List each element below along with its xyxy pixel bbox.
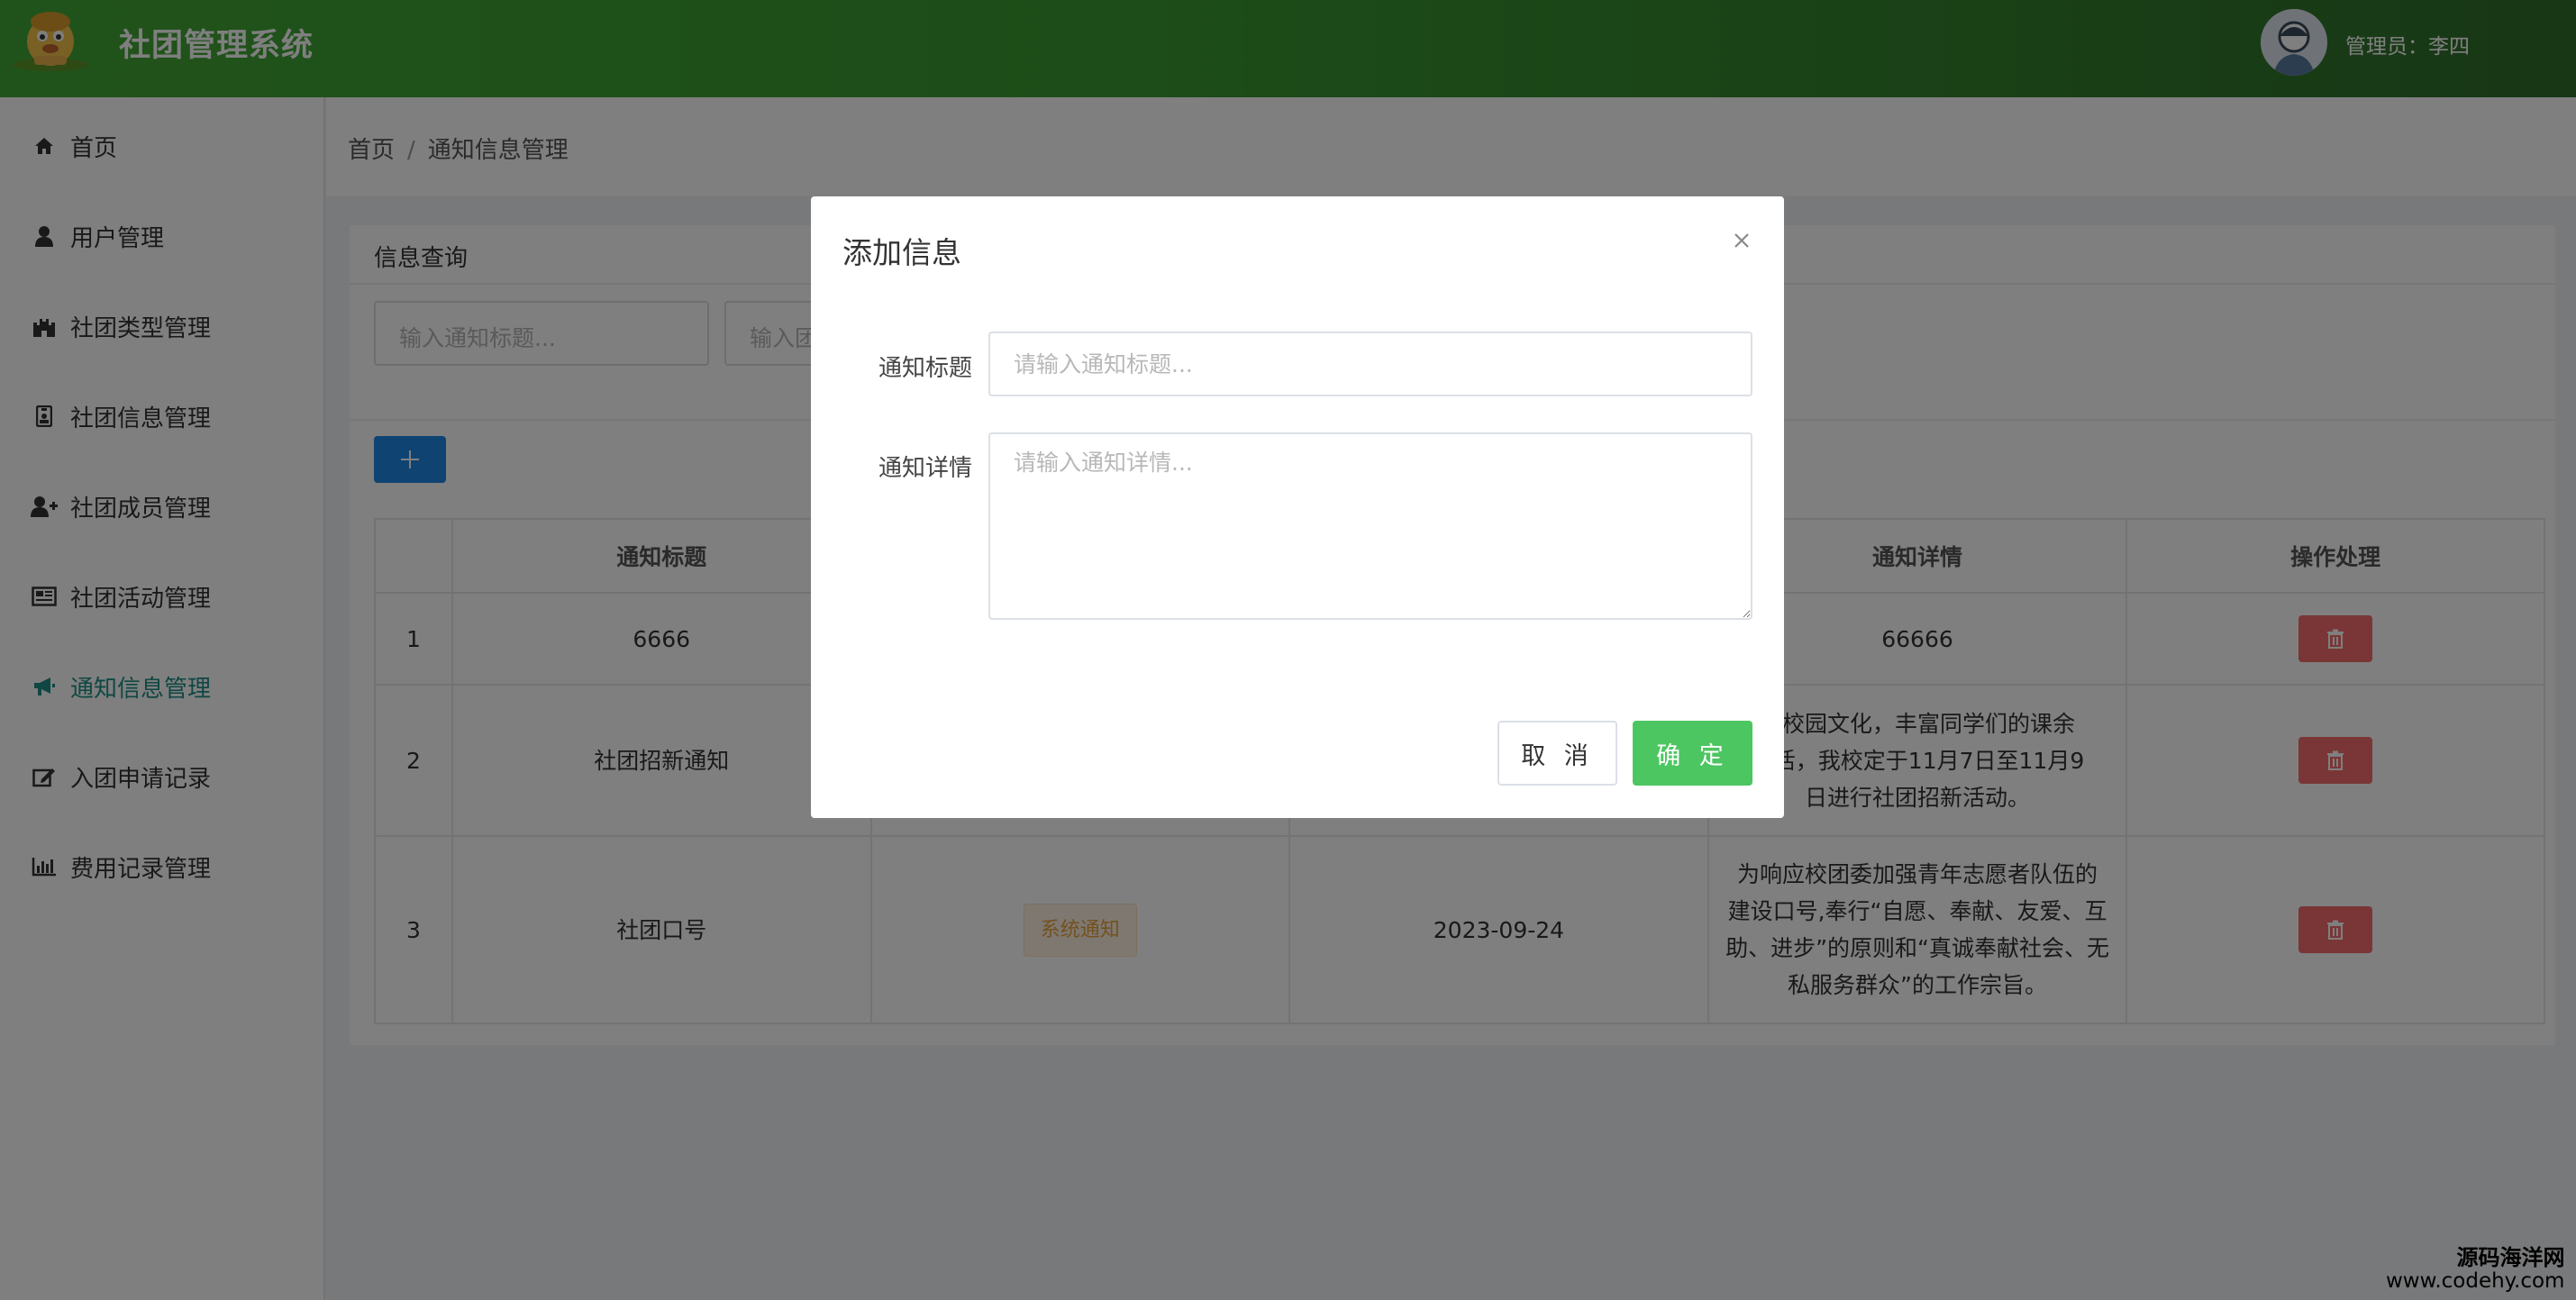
- dialog-title: 添加信息: [842, 235, 961, 270]
- add-notice-dialog: 添加信息 通知标题 通知详情 取 消 确 定: [811, 196, 1784, 818]
- notice-detail-label: 通知详情: [878, 455, 973, 482]
- confirm-button[interactable]: 确 定: [1633, 721, 1752, 786]
- close-icon[interactable]: [1728, 227, 1755, 254]
- notice-detail-field[interactable]: [988, 432, 1752, 620]
- watermark: 源码海洋网 www.codehy.com: [2386, 1246, 2564, 1293]
- notice-title-field[interactable]: [988, 332, 1752, 396]
- watermark-line1: 源码海洋网: [2456, 1245, 2565, 1270]
- watermark-line2: www.codehy.com: [2386, 1269, 2565, 1293]
- notice-title-label: 通知标题: [878, 355, 973, 382]
- cancel-button[interactable]: 取 消: [1497, 721, 1617, 786]
